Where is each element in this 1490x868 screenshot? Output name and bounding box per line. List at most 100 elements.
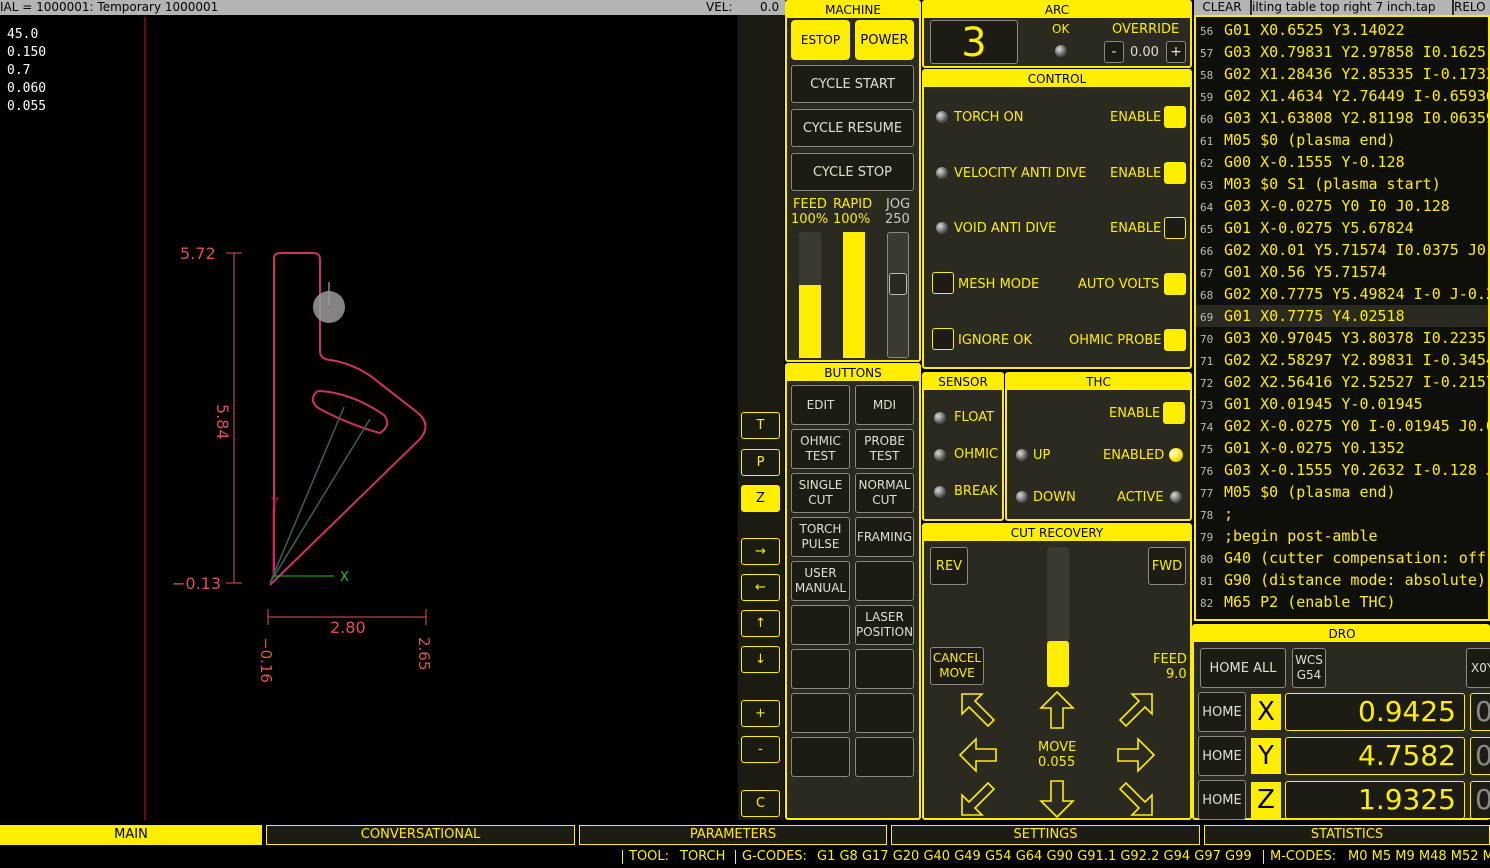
arrow-down-icon[interactable] bbox=[1037, 779, 1077, 819]
tab-main[interactable]: MAIN bbox=[0, 825, 262, 845]
pan-right-button[interactable]: → bbox=[741, 538, 780, 565]
cycle-start-button[interactable]: CYCLE START bbox=[791, 65, 914, 103]
custom-button-empty[interactable] bbox=[791, 649, 850, 689]
custom-button-laser-position[interactable]: LASER POSITION bbox=[855, 605, 914, 645]
gcode-line[interactable]: 77 M05 $0 (plasma end) bbox=[1196, 481, 1488, 503]
tab-settings[interactable]: SETTINGS bbox=[891, 825, 1200, 845]
tab-statistics[interactable]: STATISTICS bbox=[1204, 825, 1490, 845]
gcode-line[interactable]: 66 G02 X0.01 Y5.71574 I0.0375 J0 bbox=[1196, 239, 1488, 261]
home-z-button[interactable]: HOME bbox=[1198, 780, 1246, 820]
torch-enable-checkbox[interactable] bbox=[1164, 106, 1186, 128]
view-top-button[interactable]: T bbox=[741, 412, 780, 439]
auto-volts-checkbox[interactable] bbox=[1164, 273, 1186, 295]
clear-button[interactable]: CLEAR bbox=[1194, 0, 1250, 15]
gcode-line[interactable]: 70 G03 X0.97045 Y3.80378 I0.2235 bbox=[1196, 327, 1488, 349]
gcode-line[interactable]: 73 G01 X0.01945 Y-0.01945 bbox=[1196, 393, 1488, 415]
gcode-line[interactable]: 81 G90 (distance mode: absolute) bbox=[1196, 569, 1488, 591]
gcode-line[interactable]: 78; bbox=[1196, 503, 1488, 525]
custom-button-probe-test[interactable]: PROBE TEST bbox=[855, 429, 914, 469]
custom-button-single-cut[interactable]: SINGLE CUT bbox=[791, 473, 850, 513]
custom-button-edit[interactable]: EDIT bbox=[791, 385, 850, 425]
custom-button-empty[interactable] bbox=[791, 693, 850, 733]
reload-button[interactable]: RELO bbox=[1454, 0, 1490, 15]
custom-button-user-manual[interactable]: USER MANUAL bbox=[791, 561, 850, 601]
gcode-line[interactable]: 56 G01 X0.6525 Y3.14022 bbox=[1196, 19, 1488, 41]
gcode-line[interactable]: 65 G01 X-0.0275 Y5.67824 bbox=[1196, 217, 1488, 239]
tab-parameters[interactable]: PARAMETERS bbox=[579, 825, 887, 845]
gcode-line[interactable]: 74 G02 X-0.0275 Y0 I-0.01945 J0.0 bbox=[1196, 415, 1488, 437]
view-z-button[interactable]: Z bbox=[741, 485, 780, 512]
arrow-right-icon[interactable] bbox=[1116, 735, 1156, 775]
cycle-resume-button[interactable]: CYCLE RESUME bbox=[791, 109, 914, 147]
arrow-up-icon[interactable] bbox=[1037, 690, 1077, 730]
gcode-line[interactable]: 79 ;begin post-amble bbox=[1196, 525, 1488, 547]
custom-button-mdi[interactable]: MDI bbox=[855, 385, 914, 425]
gcode-line[interactable]: 72 G02 X2.56416 Y2.52527 I-0.2157 bbox=[1196, 371, 1488, 393]
custom-button-normal-cut[interactable]: NORMAL CUT bbox=[855, 473, 914, 513]
zoom-in-button[interactable]: + bbox=[741, 700, 780, 727]
custom-button-empty[interactable] bbox=[791, 605, 850, 645]
wcs-button[interactable]: WCS G54 bbox=[1292, 648, 1326, 688]
gcode-line[interactable]: 82 M65 P2 (enable THC) bbox=[1196, 591, 1488, 613]
x0y0-button[interactable]: X0Y bbox=[1466, 648, 1490, 688]
custom-button-ohmic-test[interactable]: OHMIC TEST bbox=[791, 429, 850, 469]
custom-button-empty[interactable] bbox=[855, 737, 914, 777]
void-enable-checkbox[interactable] bbox=[1164, 217, 1186, 239]
ohmic-probe-checkbox[interactable] bbox=[1164, 329, 1186, 351]
gcode-line[interactable]: 60 G03 X1.63808 Y2.81198 I0.06359 bbox=[1196, 107, 1488, 129]
gcode-line[interactable]: 80 G40 (cutter compensation: off) bbox=[1196, 547, 1488, 569]
rev-button[interactable]: REV bbox=[930, 547, 968, 585]
thc-enable-checkbox[interactable] bbox=[1163, 402, 1185, 424]
override-plus-button[interactable]: + bbox=[1166, 41, 1186, 63]
clear-view-button[interactable]: C bbox=[741, 790, 780, 817]
gcode-line[interactable]: 69 G01 X0.7775 Y4.02518 bbox=[1196, 305, 1488, 327]
custom-button-empty[interactable] bbox=[855, 561, 914, 601]
rapid-slider[interactable] bbox=[843, 232, 865, 358]
gcode-line[interactable]: 68 G02 X0.7775 Y5.49824 I-0 J-0.2 bbox=[1196, 283, 1488, 305]
cancel-move-button[interactable]: CANCEL MOVE bbox=[930, 647, 984, 685]
gcode-line[interactable]: 62 G00 X-0.1555 Y-0.128 bbox=[1196, 151, 1488, 173]
gcode-line[interactable]: 58 G02 X1.28436 Y2.85335 I-0.1733 bbox=[1196, 63, 1488, 85]
gcode-line[interactable]: 76 G03 X-0.1555 Y0.2632 I-0.128 J bbox=[1196, 459, 1488, 481]
cut-recovery-slider[interactable] bbox=[1047, 547, 1069, 687]
override-minus-button[interactable]: - bbox=[1104, 41, 1124, 63]
gcode-line[interactable]: 59 G02 X1.4634 Y2.76449 I-0.65936 bbox=[1196, 85, 1488, 107]
custom-button-empty[interactable] bbox=[791, 737, 850, 777]
power-button[interactable]: POWER bbox=[855, 20, 914, 60]
gcode-line[interactable]: 71 G02 X2.58297 Y2.89831 I-0.3454 bbox=[1196, 349, 1488, 371]
zoom-out-button[interactable]: - bbox=[741, 736, 780, 763]
home-x-button[interactable]: HOME bbox=[1198, 692, 1246, 732]
view-perspective-button[interactable]: P bbox=[741, 449, 780, 476]
vad-enable-checkbox[interactable] bbox=[1164, 162, 1186, 184]
gcode-line[interactable]: 67 G01 X0.56 Y5.71574 bbox=[1196, 261, 1488, 283]
custom-button-torch-pulse[interactable]: TORCH PULSE bbox=[791, 517, 850, 557]
arrow-left-icon[interactable] bbox=[958, 735, 998, 775]
pan-down-button[interactable]: ↓ bbox=[741, 646, 780, 673]
cycle-stop-button[interactable]: CYCLE STOP bbox=[791, 153, 914, 191]
tab-conversational[interactable]: CONVERSATIONAL bbox=[266, 825, 575, 845]
gcode-line[interactable]: 61 M05 $0 (plasma end) bbox=[1196, 129, 1488, 151]
gcode-line[interactable]: 63 M03 $0 S1 (plasma start) bbox=[1196, 173, 1488, 195]
jog-slider[interactable] bbox=[887, 232, 909, 358]
fwd-button[interactable]: FWD bbox=[1148, 547, 1186, 585]
arrow-up-right-icon[interactable] bbox=[1116, 690, 1156, 730]
mesh-mode-checkbox[interactable] bbox=[932, 272, 954, 294]
custom-button-framing[interactable]: FRAMING bbox=[855, 517, 914, 557]
gcode-listing[interactable]: 56 G01 X0.6525 Y3.14022 57 G03 X0.79831 Y2.… bbox=[1194, 15, 1490, 621]
pan-left-button[interactable]: ← bbox=[741, 574, 780, 601]
ignore-ok-checkbox[interactable] bbox=[932, 328, 954, 350]
pan-up-button[interactable]: ↑ bbox=[741, 610, 780, 637]
arrow-down-right-icon[interactable] bbox=[1116, 779, 1156, 819]
gcode-line[interactable]: 75 G01 X-0.0275 Y0.1352 bbox=[1196, 437, 1488, 459]
home-y-button[interactable]: HOME bbox=[1198, 736, 1246, 776]
arrow-up-left-icon[interactable] bbox=[958, 690, 998, 730]
gcode-line[interactable]: 57 G03 X0.79831 Y2.97858 I0.1625 bbox=[1196, 41, 1488, 63]
arrow-down-left-icon[interactable] bbox=[958, 779, 998, 819]
gcode-preview[interactable]: 45.0 0.150 0.7 0.060 0.055 5.72 −0.13 5.… bbox=[0, 15, 738, 820]
custom-button-empty[interactable] bbox=[855, 693, 914, 733]
estop-button[interactable]: ESTOP bbox=[791, 20, 850, 60]
gcode-line[interactable]: 64 G03 X-0.0275 Y0 I0 J0.128 bbox=[1196, 195, 1488, 217]
custom-button-empty[interactable] bbox=[855, 649, 914, 689]
home-all-button[interactable]: HOME ALL bbox=[1200, 648, 1286, 688]
feed-slider[interactable] bbox=[799, 232, 821, 358]
